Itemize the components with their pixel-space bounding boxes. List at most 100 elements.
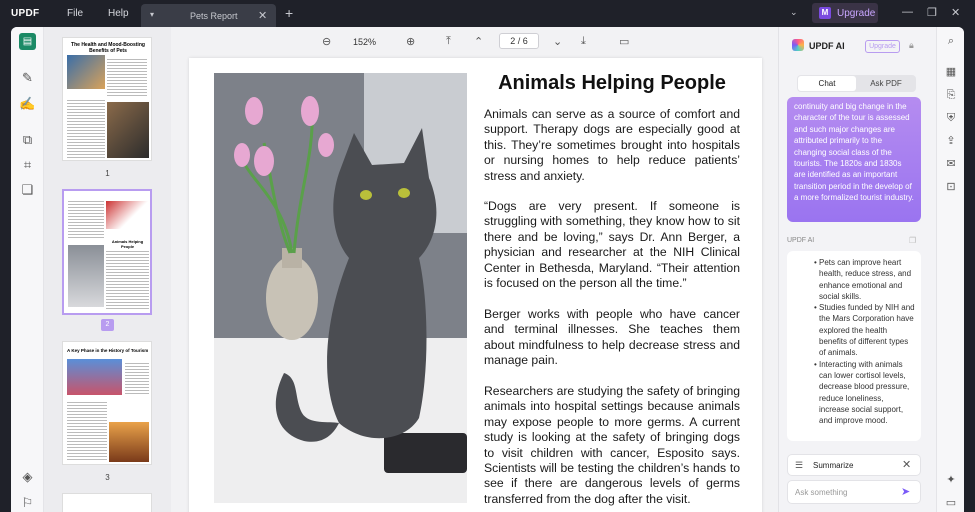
cat-photo — [214, 73, 467, 503]
updf-ai-icon — [792, 39, 804, 51]
thumbnail-image — [68, 245, 104, 307]
app-window: UPDF File Help ▾ Pets Report ✕ + ⌄ M Upg… — [0, 0, 975, 512]
app-logo: UPDF — [11, 8, 40, 19]
minimize-icon[interactable]: — — [902, 6, 913, 18]
summarize-chip[interactable]: ☰ Summarize ✕ — [787, 454, 921, 476]
ai-mode-switch: Chat Ask PDF — [797, 75, 916, 92]
share-icon[interactable]: ⇪ — [943, 133, 959, 149]
protect-icon[interactable]: ⛨ — [943, 110, 959, 126]
thumbnail-image — [67, 55, 105, 89]
new-tab-icon[interactable]: + — [285, 5, 293, 21]
convert-icon[interactable]: ⎘ — [943, 87, 959, 103]
tab-chat[interactable]: Chat — [798, 76, 856, 91]
user-message: continuity and big change in the charact… — [787, 97, 921, 222]
response-item: Interacting with animals can lower corti… — [799, 359, 915, 427]
thumbnail-title: Animals Helping People — [111, 239, 144, 249]
lock-icon[interactable]: 🔒︎ — [909, 40, 914, 51]
email-icon[interactable]: ✉ — [943, 156, 959, 172]
right-toolbar: ⌕ ▦ ⎘ ⛨ ⇪ ✉ ⊡ ✦ ▭ — [936, 27, 964, 512]
page-tools-icon[interactable]: ❏ — [19, 181, 36, 198]
account-avatar: M — [819, 7, 831, 19]
paragraph: Researchers are studying the safety of b… — [484, 384, 740, 506]
upgrade-button[interactable]: M Upgrade — [812, 3, 878, 23]
organize-pages-icon[interactable]: ⧉ — [19, 131, 36, 148]
ai-panel-title: UPDF AI — [809, 41, 845, 51]
ai-response: Pets can improve heart health, reduce st… — [787, 251, 921, 441]
zoom-out-icon[interactable]: ⊖ — [322, 35, 331, 48]
chevron-down-icon[interactable]: ⌄ — [790, 7, 798, 18]
paragraph: Berger works with people who have cancer… — [484, 307, 740, 368]
thumbnail-number: 3 — [105, 473, 110, 482]
left-toolbar: ▤ ✎ ✍ ⧉ ⌗ ❏ ◈ ⚐ — [11, 27, 44, 512]
tab-label: Pets Report — [190, 11, 238, 21]
thumbnail-page-2[interactable]: Animals Helping People — [62, 189, 152, 315]
comment-icon[interactable]: ✎ — [19, 69, 36, 86]
page-current: 2 — [510, 36, 516, 46]
list-icon: ☰ — [795, 460, 804, 470]
copy-icon[interactable]: ❐ — [909, 236, 916, 245]
menu-help[interactable]: Help — [108, 8, 129, 19]
reader-mode-icon[interactable]: ▤ — [19, 33, 36, 50]
layers-icon[interactable]: ◈ — [19, 468, 36, 485]
menu-file[interactable]: File — [67, 8, 83, 19]
response-item: Pets can improve heart health, reduce st… — [799, 257, 915, 302]
tab-ask-pdf[interactable]: Ask PDF — [857, 76, 915, 91]
save-icon[interactable]: ⊡ — [943, 179, 959, 195]
current-page-badge: 2 — [101, 319, 114, 331]
paragraph: Animals can serve as a source of comfort… — [484, 107, 740, 183]
thumbnail-text — [67, 400, 107, 460]
thumbnail-text — [67, 98, 105, 158]
thumbnail-text — [107, 57, 147, 97]
page-title: Animals Helping People — [498, 72, 726, 94]
thumbnail-text — [106, 249, 149, 309]
last-page-icon[interactable]: ⤓ — [581, 35, 586, 48]
thumbnail-image — [67, 359, 122, 395]
view-toolbar: ⊖ 152% ⊕ ⤒ ⌃ 2 / 6 ⌄ ⤓ ▭ — [171, 27, 778, 55]
send-icon[interactable]: ➤ — [901, 485, 910, 498]
zoom-in-icon[interactable]: ⊕ — [406, 35, 415, 48]
thumbnail-page-3[interactable]: A Key Phase in the History of Tourism — [62, 341, 152, 465]
thumbnail-page-1[interactable]: The Health and Mood-Boosting Benefits of… — [62, 37, 152, 161]
restore-icon[interactable]: ❐ — [927, 6, 937, 19]
chat-icon[interactable]: ▭ — [943, 495, 959, 511]
thumbnail-title: A Key Phase in the History of Tourism — [67, 348, 149, 353]
bookmark-icon[interactable]: ⚐ — [19, 494, 36, 511]
summarize-label: Summarize — [813, 461, 854, 470]
thumbnail-image — [107, 102, 149, 158]
ai-upgrade-button[interactable]: Upgrade — [865, 40, 900, 53]
tab-dropdown-icon[interactable]: ▾ — [150, 10, 154, 19]
first-page-icon[interactable]: ⤒ — [446, 35, 451, 48]
ai-response-label: UPDF AI — [787, 237, 815, 244]
page-number-field[interactable]: 2 / 6 — [499, 33, 539, 49]
tab-pets-report[interactable]: ▾ Pets Report ✕ — [141, 4, 276, 27]
next-page-icon[interactable]: ⌄ — [553, 35, 562, 48]
search-icon[interactable]: ⌕ — [943, 33, 959, 49]
pdf-page: Animals Helping People Animals can serve… — [189, 58, 762, 512]
thumbnail-image — [106, 201, 149, 229]
ocr-icon[interactable]: ▦ — [943, 64, 959, 80]
ai-panel: UPDF AI Upgrade 🔒︎ Chat Ask PDF continui… — [778, 27, 936, 512]
thumbnail-text — [68, 199, 104, 239]
zoom-level[interactable]: 152% — [353, 37, 376, 47]
cat-illustration — [214, 73, 467, 503]
thumbnail-title: The Health and Mood-Boosting Benefits of… — [71, 42, 145, 54]
edit-pdf-icon[interactable]: ✍ — [19, 95, 36, 112]
updf-ai-launcher-icon[interactable]: ✦ — [943, 472, 959, 488]
close-icon[interactable]: ✕ — [902, 458, 911, 471]
thumbnail-text — [125, 361, 149, 395]
tab-close-icon[interactable]: ✕ — [258, 9, 267, 22]
thumbnail-image — [109, 422, 149, 462]
crop-icon[interactable]: ⌗ — [19, 156, 36, 173]
document-view: Animals Helping People Animals can serve… — [171, 55, 778, 512]
workspace: ▤ ✎ ✍ ⧉ ⌗ ❏ ◈ ⚐ The Health and Mood-Boos… — [11, 27, 964, 512]
ask-input[interactable]: Ask something ➤ — [787, 480, 921, 504]
previous-page-icon[interactable]: ⌃ — [474, 35, 483, 48]
page-total: 6 — [522, 36, 528, 46]
presentation-icon[interactable]: ▭ — [619, 35, 629, 48]
title-bar: UPDF File Help ▾ Pets Report ✕ + ⌄ M Upg… — [0, 0, 975, 27]
ask-placeholder: Ask something — [795, 488, 848, 497]
response-item: Studies funded by NIH and the Mars Corpo… — [799, 302, 915, 358]
thumbnail-page-4[interactable] — [62, 493, 152, 512]
thumbnail-number: 1 — [105, 169, 110, 178]
close-window-icon[interactable]: ✕ — [951, 6, 960, 19]
